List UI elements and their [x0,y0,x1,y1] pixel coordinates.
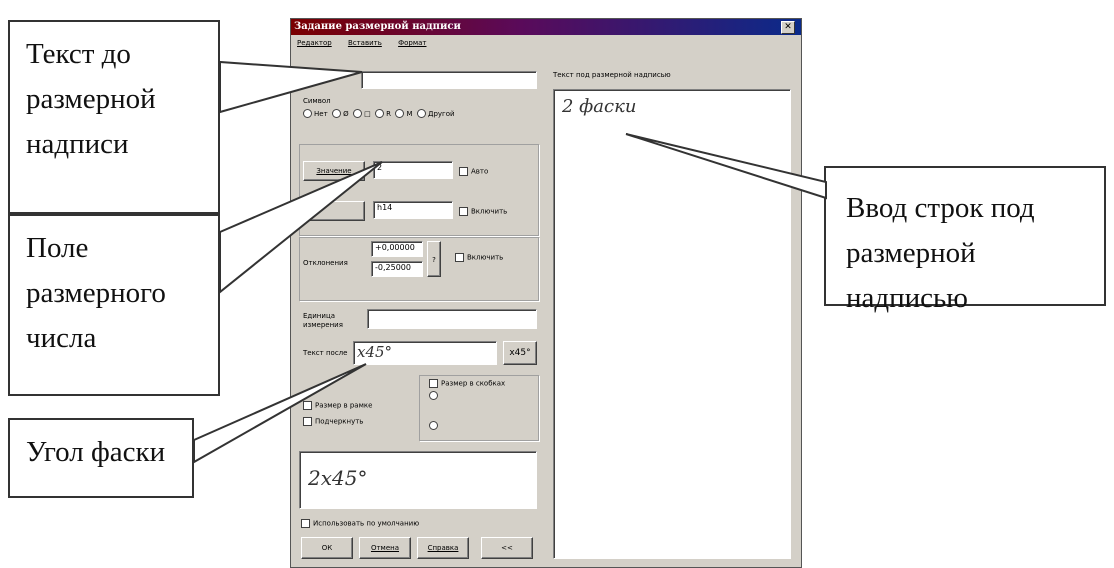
leader-chamfer-angle [193,363,367,464]
leader-lines-below [625,133,827,200]
leader-dim-number [219,161,383,295]
leader-text-before [219,60,363,114]
leader-lines [193,60,827,464]
